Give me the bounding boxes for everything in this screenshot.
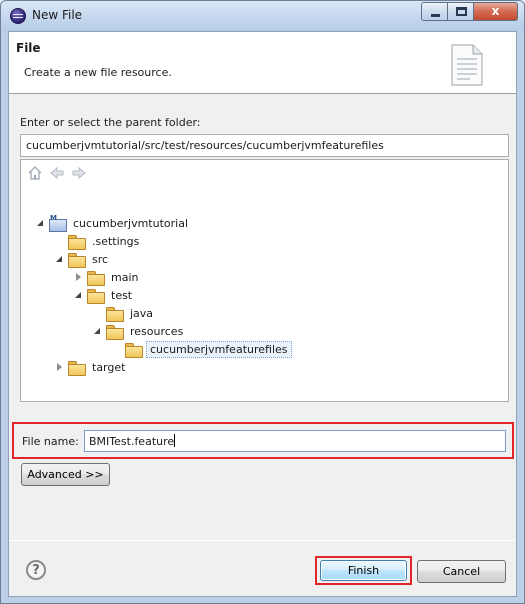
footer-divider bbox=[9, 540, 516, 541]
tree-item-java[interactable]: java bbox=[92, 304, 156, 322]
folder-icon bbox=[68, 252, 86, 268]
tree-item-label: cucumberjvmtutorial bbox=[73, 216, 189, 230]
forward-icon[interactable] bbox=[71, 166, 87, 180]
folder-icon bbox=[68, 360, 86, 376]
back-icon[interactable] bbox=[49, 166, 65, 180]
maximize-icon bbox=[456, 7, 467, 16]
tree-item-label: target bbox=[92, 360, 126, 374]
header-title: File bbox=[16, 41, 41, 55]
folder-icon bbox=[125, 342, 143, 358]
collapsed-arrow-icon[interactable] bbox=[73, 271, 85, 283]
header-description: Create a new file resource. bbox=[24, 66, 172, 79]
maven-project-icon bbox=[49, 214, 67, 232]
tree-item-main[interactable]: main bbox=[73, 268, 141, 286]
expanded-arrow-icon[interactable] bbox=[92, 325, 104, 337]
close-icon: x bbox=[491, 4, 500, 18]
tree-item-label: resources bbox=[130, 324, 184, 338]
tree-navigation bbox=[27, 166, 87, 180]
parent-folder-label: Enter or select the parent folder: bbox=[20, 116, 201, 129]
tree-item-label: java bbox=[130, 306, 154, 320]
help-button[interactable]: ? bbox=[26, 560, 46, 580]
folder-icon bbox=[106, 306, 124, 322]
tree-item-label: .settings bbox=[92, 234, 140, 248]
expanded-arrow-icon[interactable] bbox=[73, 289, 85, 301]
tree-item-label: src bbox=[92, 252, 109, 266]
file-name-input[interactable]: BMITest.feature bbox=[84, 430, 506, 452]
tree-item-label: main bbox=[111, 270, 139, 284]
close-button[interactable]: x bbox=[473, 2, 518, 21]
tree-item-resources[interactable]: resources bbox=[92, 322, 186, 340]
dialog-header: File Create a new file resource. bbox=[9, 32, 516, 94]
folder-icon bbox=[106, 324, 124, 340]
home-icon[interactable] bbox=[27, 166, 43, 180]
collapsed-arrow-icon[interactable] bbox=[54, 361, 66, 373]
tree-item-src[interactable]: src bbox=[54, 250, 111, 268]
window-controls: x bbox=[421, 2, 518, 21]
eclipse-icon bbox=[10, 8, 26, 24]
file-name-value: BMITest.feature bbox=[89, 435, 175, 448]
finish-button[interactable]: Finish bbox=[320, 560, 407, 581]
new-file-window: New File x File Create a new file resour… bbox=[0, 0, 525, 604]
folder-icon bbox=[87, 270, 105, 286]
text-caret bbox=[174, 434, 176, 447]
tree-item-cucumberjvmfeaturefiles[interactable]: cucumberjvmfeaturefiles bbox=[111, 340, 292, 358]
maximize-button[interactable] bbox=[447, 2, 474, 21]
tree-item-label: test bbox=[111, 288, 133, 302]
tree-item-target[interactable]: target bbox=[54, 358, 128, 376]
folder-icon bbox=[68, 234, 86, 250]
folder-icon bbox=[87, 288, 105, 304]
expanded-arrow-icon[interactable] bbox=[35, 217, 47, 229]
cancel-button[interactable]: Cancel bbox=[417, 560, 506, 583]
title-bar[interactable]: New File x bbox=[1, 1, 524, 31]
tree-item-label: cucumberjvmfeaturefiles bbox=[146, 340, 292, 358]
minimize-button[interactable] bbox=[421, 2, 448, 21]
new-file-banner-icon bbox=[451, 44, 483, 86]
folder-tree[interactable]: cucumberjvmtutorial .settings src main t bbox=[20, 159, 509, 402]
dialog-body: File Create a new file resource. Enter o… bbox=[8, 31, 517, 597]
minimize-icon bbox=[431, 14, 440, 17]
advanced-button[interactable]: Advanced >> bbox=[21, 463, 110, 486]
finish-highlight: Finish bbox=[315, 556, 412, 585]
expanded-arrow-icon[interactable] bbox=[54, 253, 66, 265]
tree-item-test[interactable]: test bbox=[73, 286, 135, 304]
window-title: New File bbox=[32, 8, 83, 22]
tree-item-settings[interactable]: .settings bbox=[54, 232, 142, 250]
file-name-label: File name: bbox=[22, 435, 79, 448]
file-name-highlight: File name: BMITest.feature bbox=[12, 422, 514, 459]
parent-folder-input[interactable]: cucumberjvmtutorial/src/test/resources/c… bbox=[20, 134, 509, 157]
tree-item-project[interactable]: cucumberjvmtutorial bbox=[35, 214, 191, 232]
